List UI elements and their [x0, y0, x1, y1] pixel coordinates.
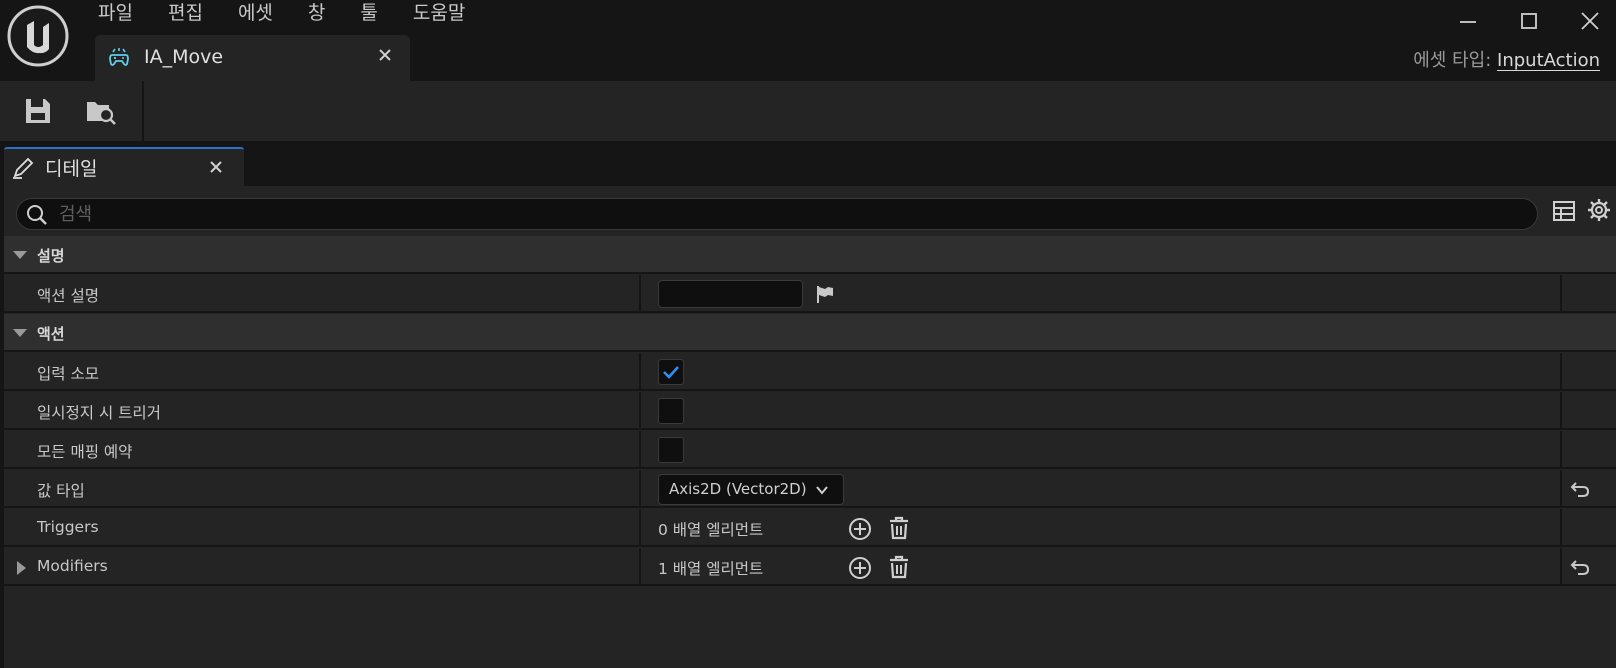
- column-splitter[interactable]: [639, 548, 641, 586]
- reset-to-default-icon[interactable]: [1570, 558, 1590, 576]
- column-splitter: [1560, 431, 1562, 469]
- menu-help[interactable]: 도움말: [413, 0, 465, 30]
- panel-tab-strip: 디테일: [0, 141, 1616, 186]
- property-label: 값 타입: [37, 482, 85, 500]
- column-splitter: [1560, 275, 1562, 313]
- checkmark-icon: [663, 366, 679, 379]
- localization-flag-icon[interactable]: [815, 284, 835, 304]
- trash-icon[interactable]: [888, 555, 910, 579]
- consume-input-checkbox[interactable]: [658, 359, 684, 385]
- property-row-reserve-all-mappings: 모든 매핑 예약: [4, 431, 1616, 469]
- reset-to-default-icon[interactable]: [1570, 480, 1590, 498]
- search-icon: [27, 205, 47, 225]
- main-menu: 파일 편집 에셋 창 툴 도움말: [98, 0, 500, 30]
- column-splitter[interactable]: [639, 470, 641, 508]
- close-icon[interactable]: [378, 48, 392, 62]
- expand-arrow-icon[interactable]: [15, 560, 27, 576]
- maximize-icon[interactable]: [1518, 10, 1540, 32]
- column-splitter: [1560, 353, 1562, 391]
- column-splitter: [1560, 548, 1562, 586]
- column-splitter[interactable]: [639, 353, 641, 391]
- title-bar: 파일 편집 에셋 창 툴 도움말 IA_Move 에셋 타입: InputAct…: [0, 0, 1616, 81]
- value-type-dropdown[interactable]: Axis2D (Vector2D): [658, 474, 844, 505]
- column-splitter: [1560, 470, 1562, 508]
- add-element-icon[interactable]: [848, 556, 872, 580]
- details-tab[interactable]: 디테일: [4, 147, 244, 186]
- menu-edit[interactable]: 편집: [168, 0, 203, 30]
- menu-window[interactable]: 창: [308, 0, 325, 30]
- pencil-icon: [13, 157, 34, 179]
- search-input[interactable]: [59, 201, 1519, 227]
- property-row-value-type: 값 타입 Axis2D (Vector2D): [4, 470, 1616, 508]
- property-row-consume-input: 입력 소모: [4, 353, 1616, 391]
- menu-tools[interactable]: 툴: [360, 0, 377, 30]
- add-element-icon[interactable]: [848, 517, 872, 541]
- save-icon[interactable]: [21, 94, 55, 128]
- collapse-arrow-icon[interactable]: [12, 327, 28, 339]
- category-description[interactable]: 설명: [4, 236, 1616, 274]
- category-action[interactable]: 액션: [4, 314, 1616, 352]
- property-row-action-description: 액션 설명: [4, 275, 1616, 313]
- property-label: 입력 소모: [37, 365, 99, 383]
- trash-icon[interactable]: [888, 516, 910, 540]
- asset-type-label: 에셋 타입:: [1413, 50, 1492, 71]
- menu-file[interactable]: 파일: [98, 0, 133, 30]
- column-splitter[interactable]: [639, 509, 641, 547]
- browse-to-asset-icon[interactable]: [84, 94, 118, 128]
- editor-window: 파일 편집 에셋 창 툴 도움말 IA_Move 에셋 타입: InputAct…: [0, 0, 1616, 668]
- column-splitter[interactable]: [639, 275, 641, 313]
- property-row-trigger-when-paused: 일시정지 시 트리거: [4, 392, 1616, 430]
- details-tab-label: 디테일: [45, 158, 98, 180]
- action-description-field[interactable]: [658, 280, 803, 308]
- category-label: 설명: [37, 247, 65, 265]
- document-tab[interactable]: IA_Move: [95, 35, 410, 81]
- column-splitter[interactable]: [639, 431, 641, 469]
- array-element-count: 0 배열 엘리먼트: [658, 521, 764, 539]
- property-label: Modifiers: [37, 557, 108, 575]
- toolbar: [0, 81, 1616, 141]
- chevron-down-icon: [816, 486, 828, 495]
- gamepad-icon: [109, 48, 129, 66]
- table-view-icon[interactable]: [1551, 198, 1577, 224]
- minimize-icon[interactable]: [1457, 10, 1479, 32]
- column-splitter: [1560, 509, 1562, 547]
- document-tab-label: IA_Move: [144, 46, 224, 68]
- window-close-icon[interactable]: [1579, 10, 1601, 32]
- reserve-all-mappings-checkbox[interactable]: [658, 437, 684, 463]
- property-row-triggers: Triggers 0 배열 엘리먼트: [4, 509, 1616, 547]
- trigger-when-paused-checkbox[interactable]: [658, 398, 684, 424]
- close-icon[interactable]: [210, 161, 222, 173]
- property-label: 액션 설명: [37, 287, 99, 305]
- property-label: 일시정지 시 트리거: [37, 404, 161, 422]
- array-element-count: 1 배열 엘리먼트: [658, 560, 764, 578]
- property-label: Triggers: [37, 518, 99, 536]
- property-label: 모든 매핑 예약: [37, 443, 133, 461]
- search-box: [16, 198, 1538, 230]
- value-type-selected: Axis2D (Vector2D): [669, 480, 807, 498]
- toolbar-separator: [142, 81, 144, 141]
- details-panel: 설명 액션 설명 액션: [4, 186, 1616, 668]
- menu-asset[interactable]: 에셋: [238, 0, 273, 30]
- column-splitter: [1560, 392, 1562, 430]
- property-row-modifiers[interactable]: Modifiers 1 배열 엘리먼트: [4, 548, 1616, 586]
- column-splitter[interactable]: [639, 392, 641, 430]
- gear-icon[interactable]: [1586, 197, 1612, 223]
- collapse-arrow-icon[interactable]: [12, 249, 28, 261]
- unreal-logo-icon[interactable]: [7, 5, 69, 67]
- asset-type: 에셋 타입: InputAction: [1413, 46, 1600, 72]
- asset-type-link[interactable]: InputAction: [1497, 50, 1600, 71]
- category-label: 액션: [37, 325, 65, 343]
